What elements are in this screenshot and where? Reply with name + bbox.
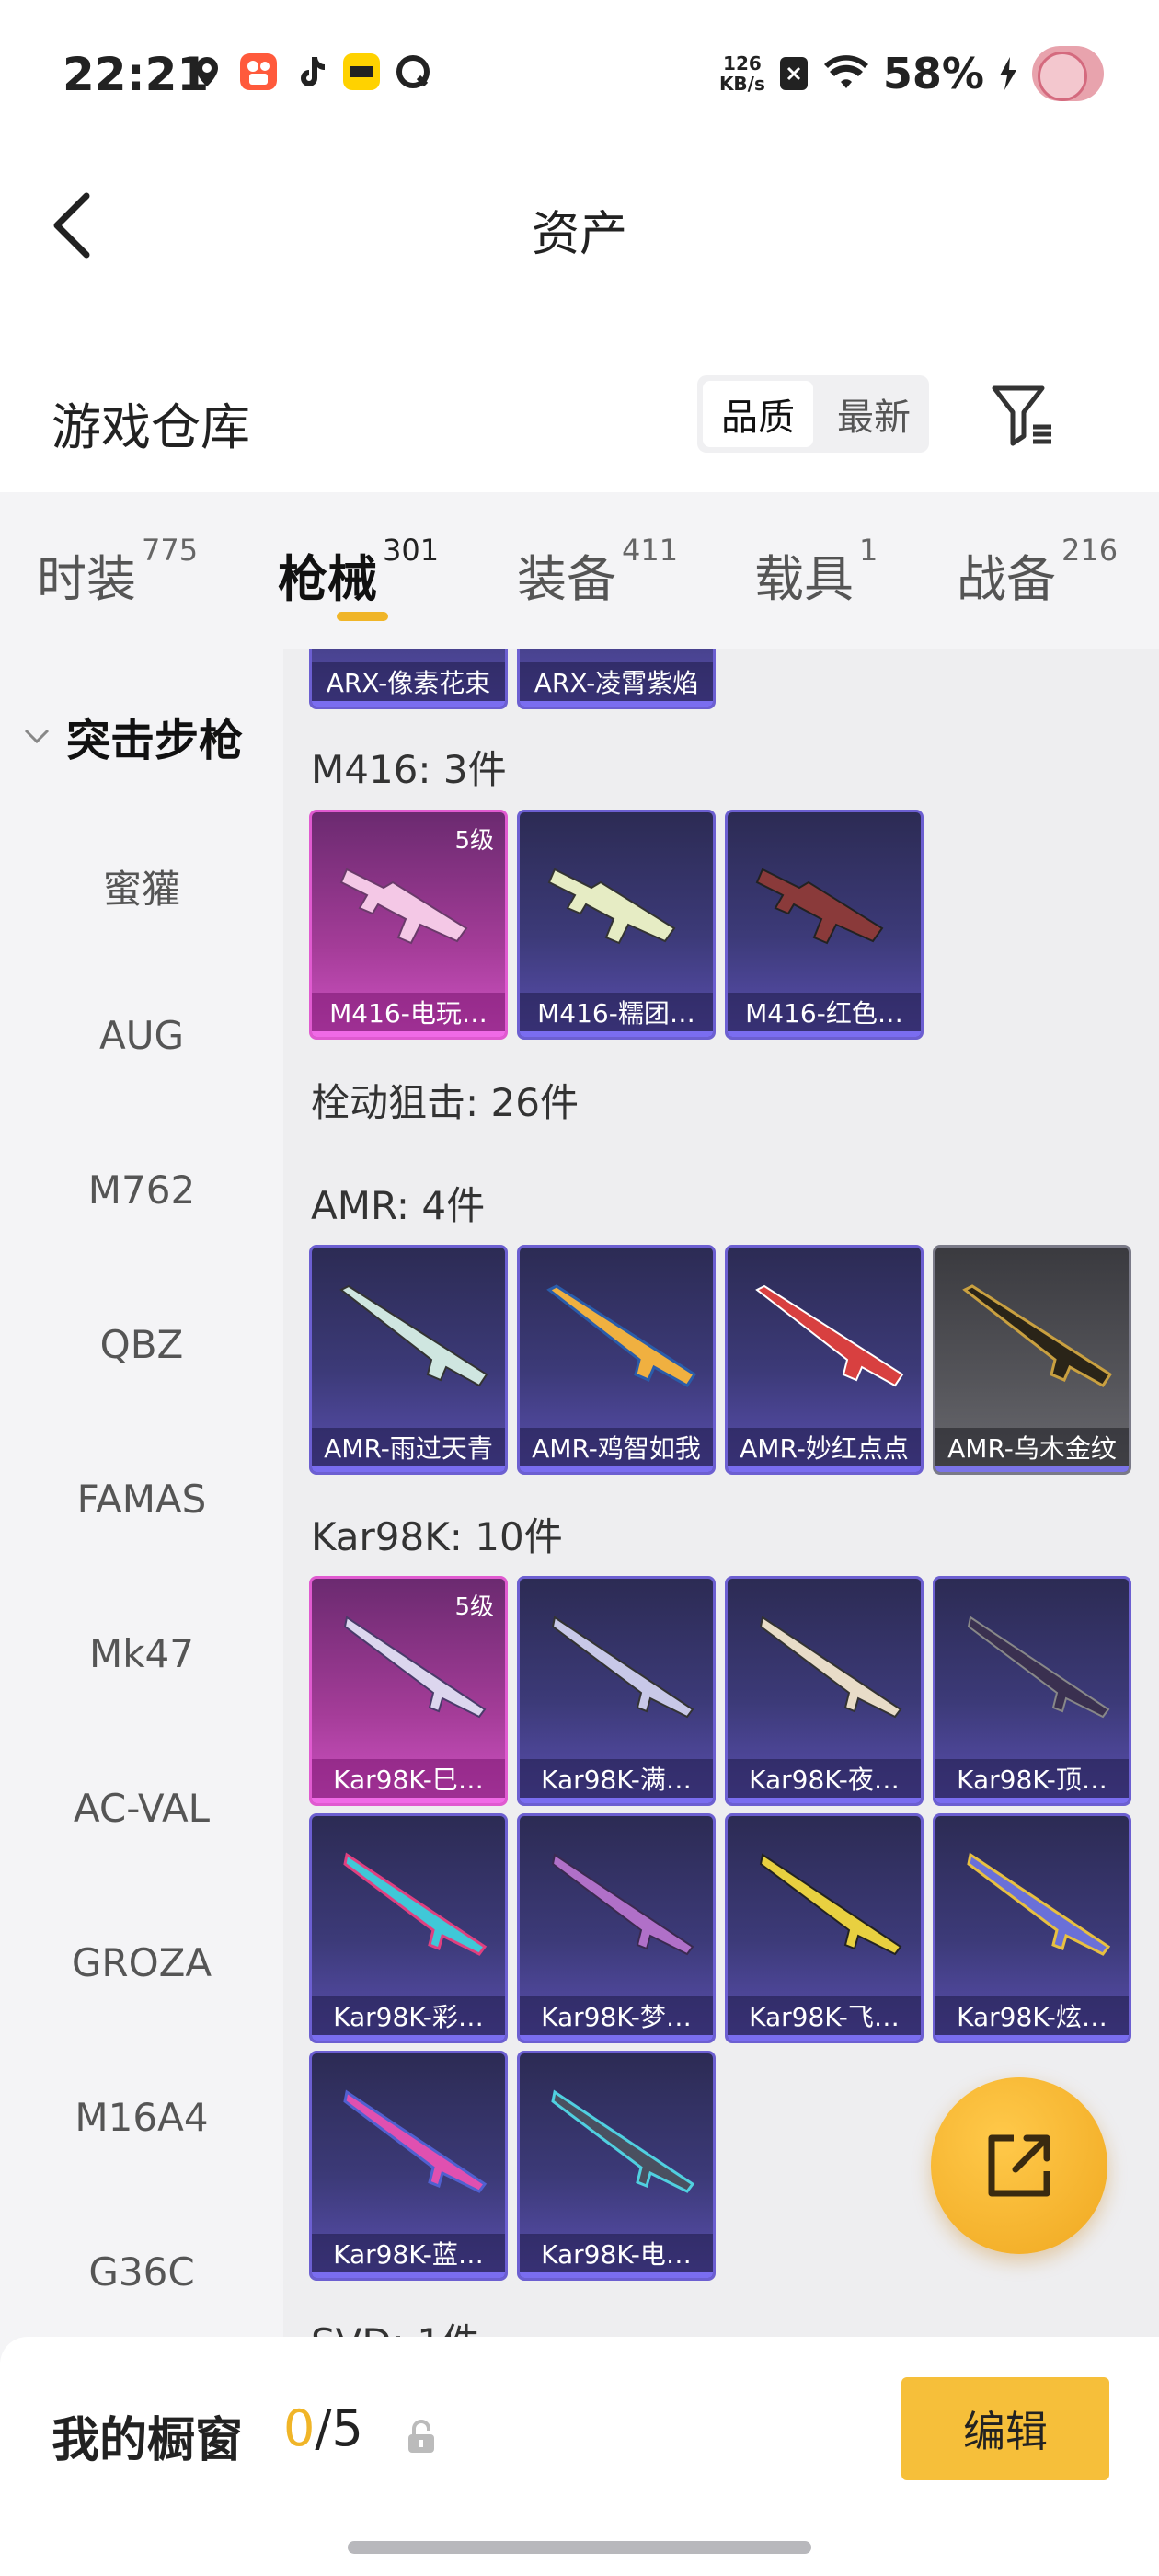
share-button[interactable] [931,2077,1107,2254]
tab-firearms[interactable]: 枪械 301 [278,533,439,611]
weapon-card-m416-2[interactable]: M416-糯团… [517,810,716,1040]
tab-equipment[interactable]: 装备 411 [517,533,678,611]
chevron-down-icon [24,729,50,744]
sniper-rifle-icon [339,1284,488,1387]
yellow-app-icon [343,53,380,90]
bolt-rifle-icon [759,1853,902,1956]
sort-toggle: 品质 最新 [697,375,929,453]
weapon-card-amr-4[interactable]: AMR-乌木金纹 [933,1245,1131,1475]
status-bar: 22:21 126 KB/s 58% [0,0,1159,147]
sidebar-item-famas[interactable]: FAMAS [0,1477,283,1522]
weapon-card-kar98k-1[interactable]: 5级 Kar98K-巳… [309,1576,508,1806]
charging-icon [1000,57,1016,90]
tiktok-app-icon [301,57,325,86]
weapon-card-kar98k-9[interactable]: Kar98K-蓝… [309,2051,508,2281]
weapon-card-kar98k-6[interactable]: Kar98K-梦… [517,1813,716,2043]
weapon-card-kar98k-5[interactable]: Kar98K-彩… [309,1813,508,2043]
weapon-card-arx-1[interactable]: ARX-像素花束 [309,649,508,709]
page-title: 资产 [531,207,627,262]
network-speed: 126 KB/s [718,52,765,95]
weapon-card-amr-1[interactable]: AMR-雨过天青 [309,1245,508,1475]
bolt-rifle-icon [551,2089,695,2193]
weapon-card-kar98k-8[interactable]: Kar98K-炫… [933,1813,1131,2043]
bolt-rifle-icon [343,1616,487,1719]
weapon-card-kar98k-4[interactable]: Kar98K-顶… [933,1576,1131,1806]
showcase-count: 0/5 [283,2399,363,2457]
weapon-card-m416-1[interactable]: 5级 M416-电玩… [309,810,508,1040]
status-right: 126 KB/s 58% [719,46,1104,101]
sort-by-newest[interactable]: 最新 [819,375,929,453]
edit-button[interactable]: 编辑 [901,2377,1109,2480]
location-pin-icon [196,57,218,86]
tab-vehicles[interactable]: 载具 1 [754,533,878,611]
navigation-bar: 资产 [0,147,1159,304]
bolt-rifle-icon [343,1852,488,1956]
weapon-card-kar98k-3[interactable]: Kar98K-夜… [725,1576,924,1806]
sidebar-item-groza[interactable]: GROZA [0,1940,283,1985]
group-label-svd: SVD: 1件 [311,2312,480,2337]
filter-icon[interactable] [989,379,1062,453]
showcase-bar: 我的橱窗 0/5 编辑 [0,2337,1159,2576]
sort-by-quality[interactable]: 品质 [703,381,813,447]
status-time: 22:21 [63,48,210,101]
notification-icons [189,53,431,90]
tab-gear[interactable]: 战备 216 [957,533,1118,611]
showcase-label: 我的橱窗 [52,2413,244,2468]
bolt-rifle-icon [343,2089,488,2193]
sidebar-item-qbz[interactable]: QBZ [0,1322,283,1367]
sidebar-item-aug[interactable]: AUG [0,1013,283,1058]
sidebar-item-m762[interactable]: M762 [0,1167,283,1213]
sidebar-item-m16a4[interactable]: M16A4 [0,2095,283,2140]
weapon-card-amr-2[interactable]: AMR-鸡智如我 [517,1245,716,1475]
rifle-icon [547,868,676,945]
bolt-rifle-icon [967,1616,1110,1719]
avatar [1032,46,1104,101]
tab-fashion[interactable]: 时装 775 [37,533,198,611]
sidebar-item-g36c[interactable]: G36C [0,2249,283,2294]
rifle-icon [339,868,468,945]
q-app-icon [396,55,430,88]
section-title: 游戏仓库 [52,398,250,456]
sidebar-item-ac-val[interactable]: AC-VAL [0,1786,283,1831]
warehouse-header: 游戏仓库 品质 最新 [0,359,1159,488]
bolt-rifle-icon [967,1852,1111,1956]
weapon-card-amr-3[interactable]: AMR-妙红点点 [725,1245,924,1475]
group-label-bolt-sniper: 栓动狙击: 26件 [311,1080,579,1125]
sidebar-item-mk47[interactable]: Mk47 [0,1631,283,1676]
sidebar-item-honey-badger[interactable]: 蜜獾 [0,858,283,914]
bolt-rifle-icon [759,1616,902,1719]
weapon-card-kar98k-10[interactable]: Kar98K-电… [517,2051,716,2281]
weapon-card-kar98k-2[interactable]: Kar98K-满… [517,1576,716,1806]
lock-icon [408,2420,434,2453]
wifi-icon [823,55,868,88]
group-label-amr: AMR: 4件 [311,1183,486,1228]
bolt-rifle-icon [551,1853,694,1956]
sidebar-group-assault-rifles[interactable]: 突击步枪 [20,704,243,768]
weapon-card-m416-3[interactable]: M416-红色… [725,810,924,1040]
weapon-card-arx-2[interactable]: ARX-凌霄紫焰 [517,649,716,709]
weapon-card-kar98k-7[interactable]: Kar98K-飞… [725,1813,924,2043]
category-tabs: 时装 775 枪械 301 装备 411 载具 1 战备 216 [0,492,1159,649]
rifle-icon [755,868,884,945]
sniper-rifle-icon [546,1284,697,1387]
group-label-m416: M416: 3件 [311,747,507,792]
share-external-icon [988,2134,1050,2197]
sniper-rifle-icon [755,1284,904,1387]
active-tab-indicator [337,612,388,621]
sniper-rifle-icon [962,1284,1113,1387]
sim-disabled-icon [779,57,808,90]
weapon-sidebar: 突击步枪 蜜獾 AUG M762 QBZ FAMAS Mk47 AC-VAL G… [0,649,283,2576]
battery-percent: 58% [882,49,984,98]
group-label-kar98k: Kar98K: 10件 [311,1514,563,1559]
kuaishou-app-icon [240,53,277,90]
home-indicator[interactable] [348,2541,811,2554]
bolt-rifle-icon [551,1616,694,1719]
